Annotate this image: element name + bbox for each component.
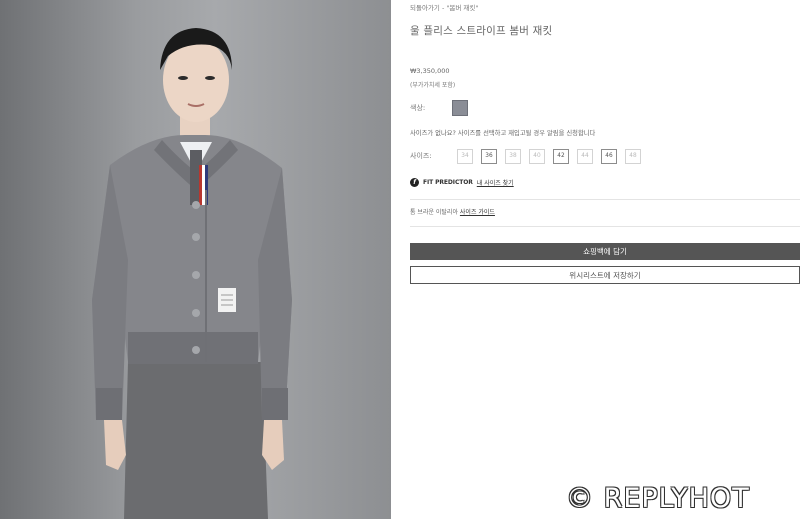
size-guide-link[interactable]: 사이즈 가이드 bbox=[460, 209, 495, 216]
product-price: ₩3,350,000 bbox=[410, 67, 450, 75]
fit-predictor: f FIT PREDICTOR 내 사이즈 찾기 bbox=[410, 178, 514, 187]
origin-text: 톰 브라운 이탈리아 bbox=[410, 209, 458, 216]
product-image bbox=[0, 0, 391, 519]
fit-predictor-logo-icon: f bbox=[410, 178, 419, 187]
size-option[interactable]: 44 bbox=[577, 148, 593, 164]
color-selector: 색상: bbox=[410, 99, 468, 117]
size-option[interactable]: 40 bbox=[529, 148, 545, 164]
find-my-size-link[interactable]: 내 사이즈 찾기 bbox=[477, 178, 514, 187]
vat-note: (부가가치세 포함) bbox=[410, 82, 456, 89]
origin-row: 톰 브라운 이탈리아 사이즈 가이드 bbox=[410, 207, 495, 216]
divider bbox=[410, 226, 800, 227]
fit-predictor-label: FIT PREDICTOR bbox=[423, 179, 473, 186]
divider bbox=[410, 199, 800, 200]
product-detail-panel: 되돌아가기 - "봄버 재킷" 울 플리스 스트라이프 봄버 재킷 ₩3,350… bbox=[410, 0, 800, 519]
color-label: 색상: bbox=[410, 104, 426, 112]
product-title: 울 플리스 스트라이프 봄버 재킷 bbox=[410, 25, 553, 37]
model-illustration bbox=[92, 28, 292, 519]
size-option[interactable]: 42 bbox=[553, 148, 569, 164]
save-to-wishlist-button[interactable]: 위시리스트에 저장하기 bbox=[410, 266, 800, 284]
add-to-bag-button[interactable]: 쇼핑백에 담기 bbox=[410, 243, 800, 260]
size-option[interactable]: 36 bbox=[481, 148, 497, 164]
size-label: 사이즈: bbox=[410, 152, 432, 160]
color-swatch-grey[interactable] bbox=[452, 100, 468, 116]
size-option[interactable]: 46 bbox=[601, 148, 617, 164]
watermark-logo: © REPLYHOT bbox=[566, 483, 750, 514]
breadcrumb-back-link[interactable]: 되돌아가기 - "봄버 재킷" bbox=[410, 2, 478, 12]
size-selector: 사이즈: 34 36 38 40 42 44 46 48 bbox=[410, 148, 649, 164]
size-option[interactable]: 38 bbox=[505, 148, 521, 164]
size-option[interactable]: 48 bbox=[625, 148, 641, 164]
size-option[interactable]: 34 bbox=[457, 148, 473, 164]
size-restock-note: 사이즈가 없나요? 사이즈를 선택하고 재입고될 경우 알림을 신청합니다 bbox=[410, 130, 596, 137]
